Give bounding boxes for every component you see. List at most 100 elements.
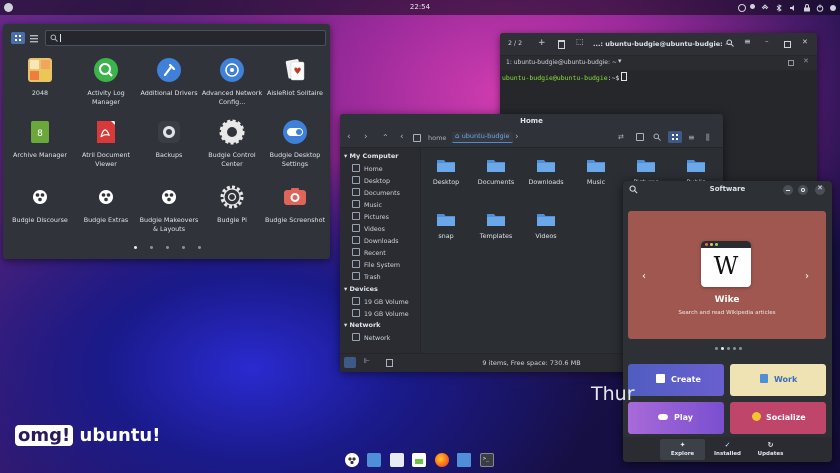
- close-icon[interactable]: ✕: [815, 184, 825, 195]
- category-work[interactable]: Work: [730, 364, 826, 396]
- software-window[interactable]: Software ✕ ‹ › W Wike Search and read Wi…: [623, 181, 832, 462]
- tab-explore[interactable]: ✦ Explore: [660, 439, 705, 460]
- folder-music[interactable]: Music: [576, 158, 616, 186]
- firefox-icon[interactable]: [435, 453, 449, 467]
- crumb-home[interactable]: home: [428, 134, 446, 142]
- terminal-tab[interactable]: 1: ubuntu-budgie@ubuntu-budgie: ~ ▾ ✕: [500, 56, 817, 70]
- app-archive-manager[interactable]: 8 Archive Manager: [8, 119, 72, 160]
- sidebar-item-music[interactable]: Music: [352, 200, 382, 209]
- tab-installed[interactable]: ✓ Installed: [705, 439, 750, 460]
- refresh-icon[interactable]: ⇄: [618, 133, 624, 141]
- back-icon[interactable]: ‹: [347, 132, 351, 142]
- terminal-prompt[interactable]: ubuntu-budgie@ubuntu-budgie:~$: [502, 72, 628, 82]
- app-aisleriot-solitaire[interactable]: ♥ AisleRiot Solitaire: [263, 57, 327, 98]
- close-icon[interactable]: ✕: [802, 38, 808, 46]
- split-icon[interactable]: ⬚: [576, 37, 584, 46]
- sidebar-item-trash[interactable]: Trash: [352, 272, 381, 281]
- menu-icon[interactable]: [798, 185, 808, 195]
- app-budgie-control-center[interactable]: Budgie Control Center: [200, 119, 264, 168]
- list-view-icon[interactable]: ≡: [688, 133, 695, 142]
- app-budgie-screenshot[interactable]: Budgie Screenshot: [263, 184, 327, 225]
- folder-videos[interactable]: Videos: [526, 212, 566, 240]
- search-input[interactable]: [45, 30, 326, 46]
- terminal-dock-icon[interactable]: >_: [480, 453, 494, 467]
- chevron-down-icon[interactable]: ▾: [618, 57, 622, 65]
- sidebar-item-recent[interactable]: Recent: [352, 248, 386, 257]
- app-budgie-desktop-settings[interactable]: Budgie Desktop Settings: [263, 119, 327, 168]
- add-tab-icon[interactable]: +: [538, 38, 546, 48]
- page-dot-4[interactable]: [182, 246, 185, 249]
- page-dot-2[interactable]: [150, 246, 153, 249]
- crumb-current[interactable]: ⌂ ubuntu-budgie: [452, 132, 513, 143]
- bluetooth-icon[interactable]: [775, 4, 783, 12]
- forward-icon[interactable]: ›: [364, 132, 368, 142]
- folder-snap[interactable]: snap: [426, 212, 466, 240]
- carousel-dot-4[interactable]: [733, 347, 736, 350]
- network-icon[interactable]: [761, 4, 769, 12]
- carousel-dot-1[interactable]: [715, 347, 718, 350]
- app-budgie-makeovers[interactable]: Budgie Makeovers & Layouts: [137, 184, 201, 233]
- lock-icon[interactable]: [803, 4, 811, 12]
- app-2048[interactable]: 2048: [8, 57, 72, 98]
- search-icon[interactable]: [726, 39, 734, 47]
- app-atril-document-viewer[interactable]: Atril Document Viewer: [74, 119, 138, 168]
- sidebar-item-network[interactable]: Network: [352, 333, 390, 342]
- category-create[interactable]: Create: [628, 364, 724, 396]
- list-view-button[interactable]: [27, 32, 41, 44]
- folder-desktop[interactable]: Desktop: [426, 158, 466, 186]
- software-store-icon[interactable]: [367, 453, 381, 467]
- folder-downloads[interactable]: Downloads: [526, 158, 566, 186]
- sidebar-header-network[interactable]: ▾ Network: [344, 321, 381, 329]
- sidebar-header-devices[interactable]: ▾ Devices: [344, 285, 378, 293]
- icon-view-button[interactable]: [668, 131, 682, 143]
- sidebar-item-videos[interactable]: Videos: [352, 224, 385, 233]
- text-editor-icon[interactable]: [390, 453, 404, 467]
- crumb-left-icon[interactable]: ‹: [400, 132, 404, 142]
- tab-updates[interactable]: ↻ Updates: [748, 439, 793, 460]
- panel-clock[interactable]: 22:54: [400, 3, 440, 11]
- app-backups[interactable]: Backups: [137, 119, 201, 160]
- app-advanced-network-config[interactable]: Advanced Network Config...: [200, 57, 264, 106]
- app-budgie-extras[interactable]: Budgie Extras: [74, 184, 138, 225]
- up-icon[interactable]: ⌃: [382, 133, 389, 142]
- chevron-right-icon[interactable]: ›: [805, 271, 809, 282]
- minimize-icon[interactable]: –: [765, 37, 769, 45]
- hamburger-icon[interactable]: ≡: [744, 37, 751, 46]
- page-dot-1[interactable]: [134, 246, 137, 249]
- trash-icon[interactable]: [558, 40, 565, 49]
- tab-close-icon[interactable]: ✕: [803, 57, 809, 65]
- maximize-icon[interactable]: [784, 41, 791, 48]
- power-icon[interactable]: [816, 4, 824, 12]
- sidebar-item-volume-1[interactable]: 19 GB Volume: [352, 297, 409, 306]
- carousel-dot-2[interactable]: [721, 347, 724, 350]
- page-dot-5[interactable]: [198, 246, 201, 249]
- folder-templates[interactable]: Templates: [476, 212, 516, 240]
- sidebar-item-pictures[interactable]: Pictures: [352, 212, 389, 221]
- minimize-icon[interactable]: [783, 185, 793, 195]
- status-dot-icon[interactable]: [750, 4, 755, 9]
- column-view-icon[interactable]: ⫼: [706, 133, 710, 143]
- category-socialize[interactable]: Socialize: [730, 402, 826, 434]
- notification-icon[interactable]: [738, 4, 746, 12]
- app-additional-drivers[interactable]: Additional Drivers: [137, 57, 201, 98]
- menu-icon[interactable]: [829, 4, 837, 12]
- sidebar-item-documents[interactable]: Documents: [352, 188, 400, 197]
- featured-banner[interactable]: ‹ › W Wike Search and read Wikipedia art…: [628, 211, 826, 339]
- chevron-left-icon[interactable]: ‹: [642, 271, 646, 282]
- grid-view-button[interactable]: [11, 32, 25, 44]
- budgie-menu-icon[interactable]: [4, 3, 13, 12]
- budgie-dock-icon[interactable]: [345, 453, 359, 467]
- sidebar-item-file-system[interactable]: File System: [352, 260, 400, 269]
- volume-icon[interactable]: [789, 4, 797, 12]
- new-tab-icon[interactable]: [636, 133, 644, 141]
- page-dot-3[interactable]: [166, 246, 169, 249]
- sidebar-item-downloads[interactable]: Downloads: [352, 236, 399, 245]
- sidebar-item-home[interactable]: Home: [352, 164, 383, 173]
- files-dock-icon[interactable]: [457, 453, 471, 467]
- sidebar-header-my-computer[interactable]: ▾ My Computer: [344, 152, 399, 160]
- crumb-right-icon[interactable]: ›: [515, 132, 519, 142]
- app-budgie-discourse[interactable]: Budgie Discourse: [8, 184, 72, 225]
- sidebar-item-desktop[interactable]: Desktop: [352, 176, 390, 185]
- app-budgie-pi[interactable]: Budgie Pi: [200, 184, 264, 225]
- folder-documents[interactable]: Documents: [476, 158, 516, 186]
